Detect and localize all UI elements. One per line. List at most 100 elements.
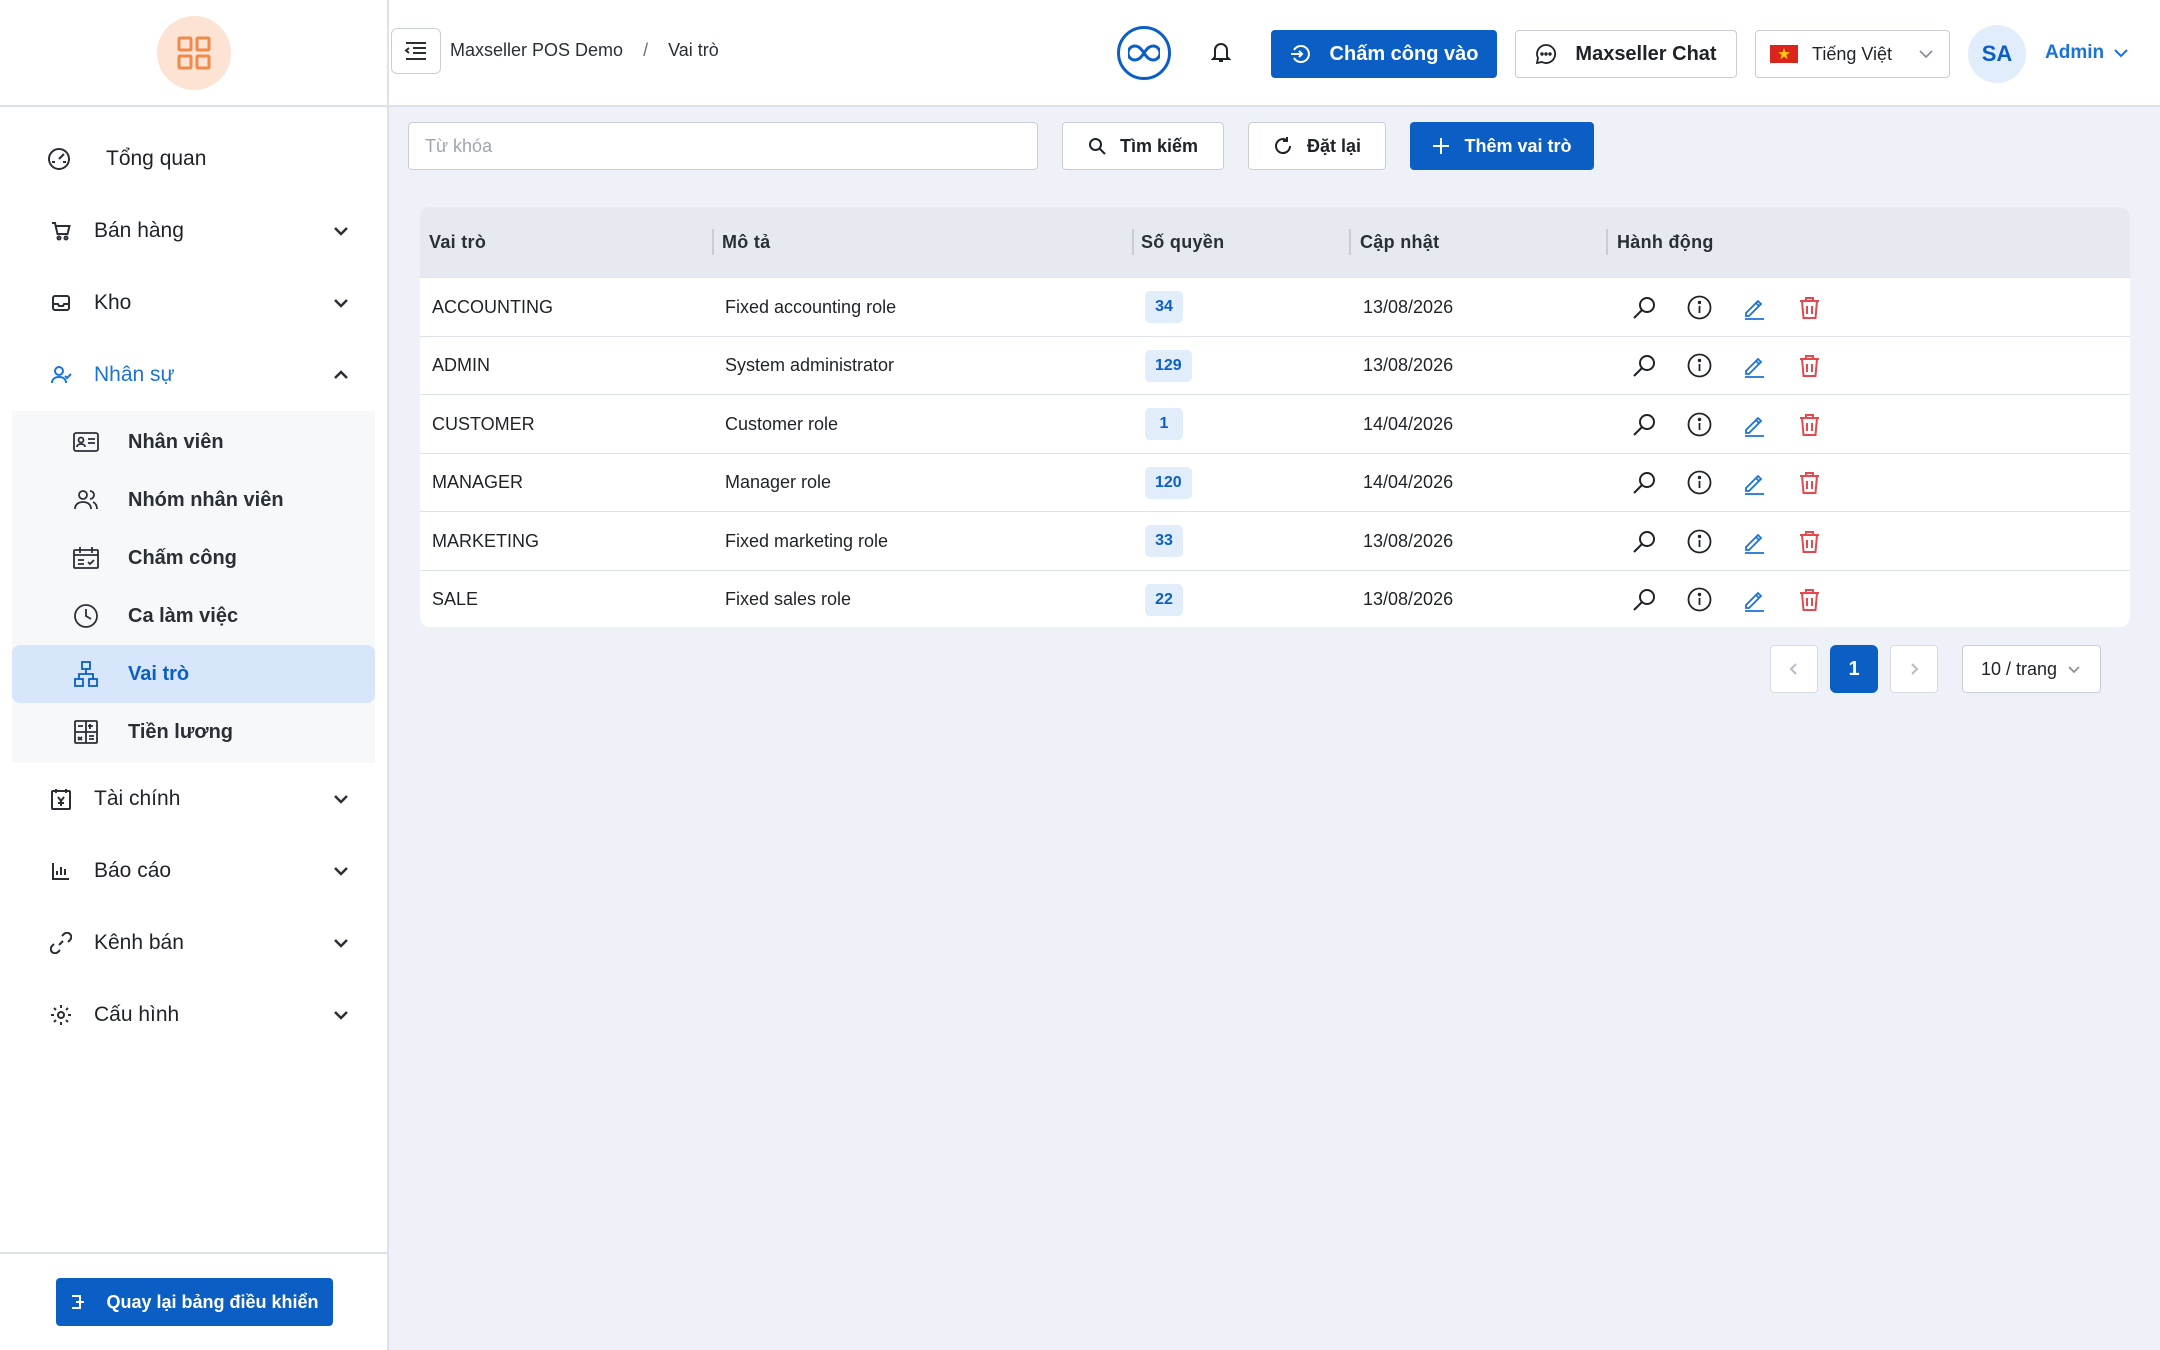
actions-cell (1632, 454, 1822, 512)
reset-button[interactable]: Đặt lại (1248, 122, 1386, 170)
updated-date-cell: 14/04/2026 (1363, 413, 1454, 434)
finance-icon (48, 786, 74, 812)
info-icon[interactable] (1687, 529, 1712, 554)
info-icon[interactable] (1687, 470, 1712, 495)
bar-chart-icon (48, 858, 74, 884)
sidebar-item-label: Bán hàng (94, 219, 184, 242)
sidebar-item-label: Kênh bán (94, 931, 184, 954)
app-logo[interactable] (156, 15, 231, 90)
sidebar-item-payroll[interactable]: Tiền lương (12, 703, 375, 761)
calendar-check-icon (72, 544, 100, 572)
breadcrumb-item-home[interactable]: Maxseller POS Demo (450, 40, 623, 61)
column-header-actions: Hành động (1617, 231, 1714, 252)
menu-fold-icon (404, 42, 426, 60)
role-name-cell: MANAGER (432, 472, 524, 492)
view-permissions-icon[interactable] (1632, 412, 1657, 437)
info-icon[interactable] (1687, 412, 1712, 437)
sidebar-item-overview[interactable]: Tổng quan (0, 123, 387, 195)
delete-icon[interactable] (1797, 412, 1822, 437)
chat-button[interactable]: Maxseller Chat (1515, 30, 1737, 78)
updated-date-cell: 13/08/2026 (1363, 589, 1454, 609)
sidebar-item-label: Cấu hình (94, 1003, 180, 1026)
role-name-cell: ADMIN (432, 355, 490, 375)
permission-count-badge: 33 (1145, 525, 1183, 557)
chevron-down-icon (334, 939, 348, 948)
prev-page-button[interactable] (1770, 645, 1818, 693)
sidebar-item-attendance[interactable]: Chấm công (12, 529, 375, 587)
cart-icon (48, 218, 74, 244)
role-name-cell: MARKETING (432, 530, 540, 551)
role-description-cell: Manager role (725, 472, 832, 492)
grid-icon (177, 36, 210, 69)
back-to-dashboard-button[interactable]: Quay lại bảng điều khiển (56, 1278, 333, 1326)
edit-icon[interactable] (1742, 529, 1767, 554)
view-permissions-icon[interactable] (1632, 295, 1657, 320)
sidebar-item-label: Vai trò (128, 662, 190, 685)
delete-icon[interactable] (1797, 353, 1822, 378)
actions-cell (1632, 512, 1822, 570)
column-header-updated: Cập nhật (1360, 231, 1440, 252)
avatar[interactable]: SA (1968, 25, 2026, 83)
user-menu[interactable]: Admin (2045, 42, 2130, 64)
updated-date-cell: 14/04/2026 (1363, 472, 1454, 492)
delete-icon[interactable] (1797, 587, 1822, 612)
sidebar-item-sales[interactable]: Bán hàng (0, 195, 387, 267)
next-page-button[interactable] (1890, 645, 1938, 693)
sidebar-toggle-button[interactable] (391, 28, 441, 74)
keyword-search-input[interactable] (408, 122, 1038, 170)
sidebar-item-shifts[interactable]: Ca làm việc (12, 587, 375, 645)
sidebar-item-employee-groups[interactable]: Nhóm nhân viên (12, 471, 375, 529)
check-in-button[interactable]: Chấm công vào (1271, 30, 1497, 78)
back-button-label: Quay lại bảng điều khiển (106, 1291, 319, 1312)
view-permissions-icon[interactable] (1632, 470, 1657, 495)
search-button[interactable]: Tìm kiếm (1062, 122, 1224, 170)
table-row: MARKETING Fixed marketing role 33 13/08/… (420, 511, 2130, 570)
permission-count-badge: 120 (1145, 466, 1192, 499)
chevron-down-icon (2068, 666, 2080, 674)
edit-icon[interactable] (1742, 470, 1767, 495)
sidebar-item-sales-channels[interactable]: Kênh bán (0, 907, 387, 979)
sidebar-item-finance[interactable]: Tài chính (0, 763, 387, 835)
delete-icon[interactable] (1797, 470, 1822, 495)
vietnam-flag-icon (1770, 45, 1798, 63)
info-icon[interactable] (1687, 587, 1712, 612)
table-row: ADMIN System administrator 129 13/08/202… (420, 335, 2130, 395)
sidebar-item-settings[interactable]: Cấu hình (0, 979, 387, 1051)
sidebar: Tổng quan Bán hàng Kho Nhân sự Nhân viên… (0, 0, 389, 1350)
edit-icon[interactable] (1742, 295, 1767, 320)
delete-icon[interactable] (1797, 295, 1822, 320)
sidebar-item-roles[interactable]: Vai trò (12, 645, 375, 703)
view-permissions-icon[interactable] (1632, 587, 1657, 612)
column-divider (1349, 229, 1351, 255)
table-body: ACCOUNTING Fixed accounting role 34 13/0… (420, 277, 2130, 627)
permission-count-badge: 34 (1145, 291, 1183, 323)
permission-count-badge: 1 (1145, 408, 1183, 440)
add-role-button[interactable]: Thêm vai trò (1410, 122, 1594, 170)
sidebar-item-hr[interactable]: Nhân sự (0, 339, 387, 411)
delete-icon[interactable] (1797, 529, 1822, 554)
info-icon[interactable] (1687, 353, 1712, 378)
sidebar-item-label: Nhân viên (128, 430, 224, 453)
view-permissions-icon[interactable] (1632, 529, 1657, 554)
sidebar-footer: Quay lại bảng điều khiển (0, 1252, 387, 1350)
top-header: Maxseller POS Demo / Vai trò Chấm công v… (389, 0, 2160, 107)
view-permissions-icon[interactable] (1632, 353, 1657, 378)
sidebar-item-label: Nhóm nhân viên (128, 488, 284, 511)
infinity-logo-button[interactable] (1117, 26, 1171, 80)
page-size-select[interactable]: 10 / trang (1962, 645, 2101, 693)
sidebar-item-employees[interactable]: Nhân viên (12, 413, 375, 471)
info-icon[interactable] (1687, 295, 1712, 320)
edit-icon[interactable] (1742, 587, 1767, 612)
chevron-up-icon (334, 370, 348, 379)
edit-icon[interactable] (1742, 353, 1767, 378)
language-select[interactable]: Tiếng Việt (1755, 30, 1950, 78)
role-description-cell: Fixed accounting role (725, 296, 897, 317)
sidebar-item-reports[interactable]: Báo cáo (0, 835, 387, 907)
page-button-current[interactable]: 1 (1830, 645, 1878, 693)
exit-icon (72, 1295, 85, 1309)
edit-icon[interactable] (1742, 412, 1767, 437)
sidebar-item-warehouse[interactable]: Kho (0, 267, 387, 339)
chat-label: Maxseller Chat (1575, 42, 1717, 65)
bell-icon[interactable] (1209, 40, 1233, 64)
chevron-down-icon (334, 1011, 348, 1020)
